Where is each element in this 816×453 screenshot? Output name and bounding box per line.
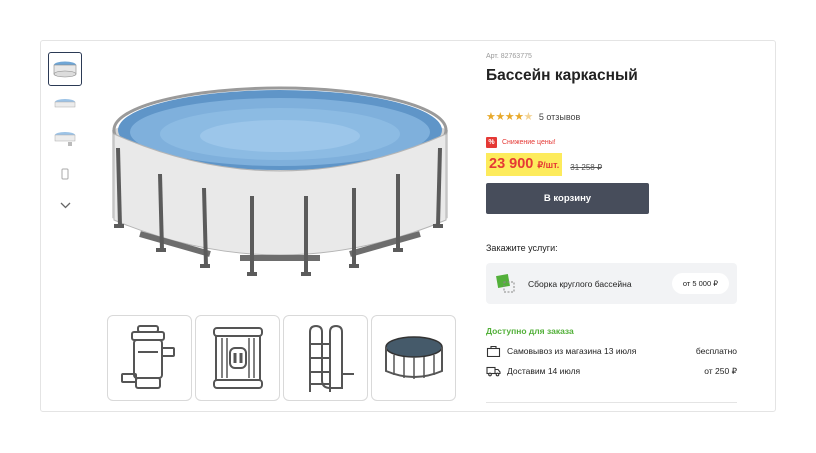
add-to-cart-button[interactable]: В корзину: [486, 183, 649, 214]
delivery-row: Доставим 14 июля от 250 ₽: [486, 365, 737, 377]
pool-cover-icon: [384, 336, 443, 379]
delivery-text: Доставим 14 июля: [507, 366, 581, 376]
article-number: Арт. 82763775: [486, 53, 532, 60]
shopping-bag-icon: [486, 345, 501, 357]
main-product-image: [100, 78, 460, 290]
service-price-button[interactable]: от 5 000 ₽: [671, 273, 729, 294]
pool-ladder-icon: [308, 324, 354, 392]
price-unit: ₽/шт.: [537, 160, 560, 170]
thumbnail-pool-angle[interactable]: [48, 122, 82, 156]
service-name: Сборка круглого бассейна: [528, 278, 632, 289]
promo-row: % Снижение цены!: [486, 137, 556, 148]
accessory-list: [107, 315, 456, 401]
accessory-filter-pump[interactable]: [107, 315, 192, 401]
percent-badge-icon: %: [486, 137, 497, 148]
chevron-down-icon[interactable]: [48, 195, 82, 215]
pickup-text: Самовывоз из магазина 13 июля: [507, 346, 637, 356]
delivery-price: от 250 ₽: [704, 365, 737, 376]
price-row: 23 900 ₽/шт. 31 258 ₽: [486, 153, 602, 176]
pickup-price: бесплатно: [695, 346, 737, 356]
thumbnail-pool[interactable]: [48, 52, 82, 86]
old-price: 31 258 ₽: [570, 163, 603, 172]
promo-text: Снижение цены!: [502, 139, 556, 146]
star-rating-icon: ★★★★★: [486, 111, 533, 123]
product-title: Бассейн каркасный: [486, 67, 638, 84]
truck-icon: [486, 366, 501, 377]
service-item: Сборка круглого бассейна от 5 000 ₽: [486, 263, 737, 304]
thumbnail-list: [48, 52, 84, 215]
services-label: Закажите услуги:: [486, 243, 558, 253]
current-price: 23 900 ₽/шт.: [486, 153, 563, 176]
accessory-filter-cartridge[interactable]: [195, 315, 280, 401]
reviews-link[interactable]: 5 отзывов: [539, 112, 581, 122]
thumbnail-accessory[interactable]: [48, 157, 82, 191]
rating-row: ★★★★★ 5 отзывов: [486, 110, 580, 123]
accessory-ladder[interactable]: [283, 315, 368, 401]
divider: [486, 402, 737, 403]
pickup-row: Самовывоз из магазина 13 июля бесплатно: [486, 345, 737, 357]
filter-pump-icon: [120, 325, 175, 389]
assembly-icon: [496, 273, 515, 292]
thumbnail-pool-top[interactable]: [48, 87, 82, 121]
filter-cartridge-icon: [212, 327, 263, 389]
accessory-cover[interactable]: [371, 315, 456, 401]
availability-status: Доступно для заказа: [486, 326, 574, 336]
